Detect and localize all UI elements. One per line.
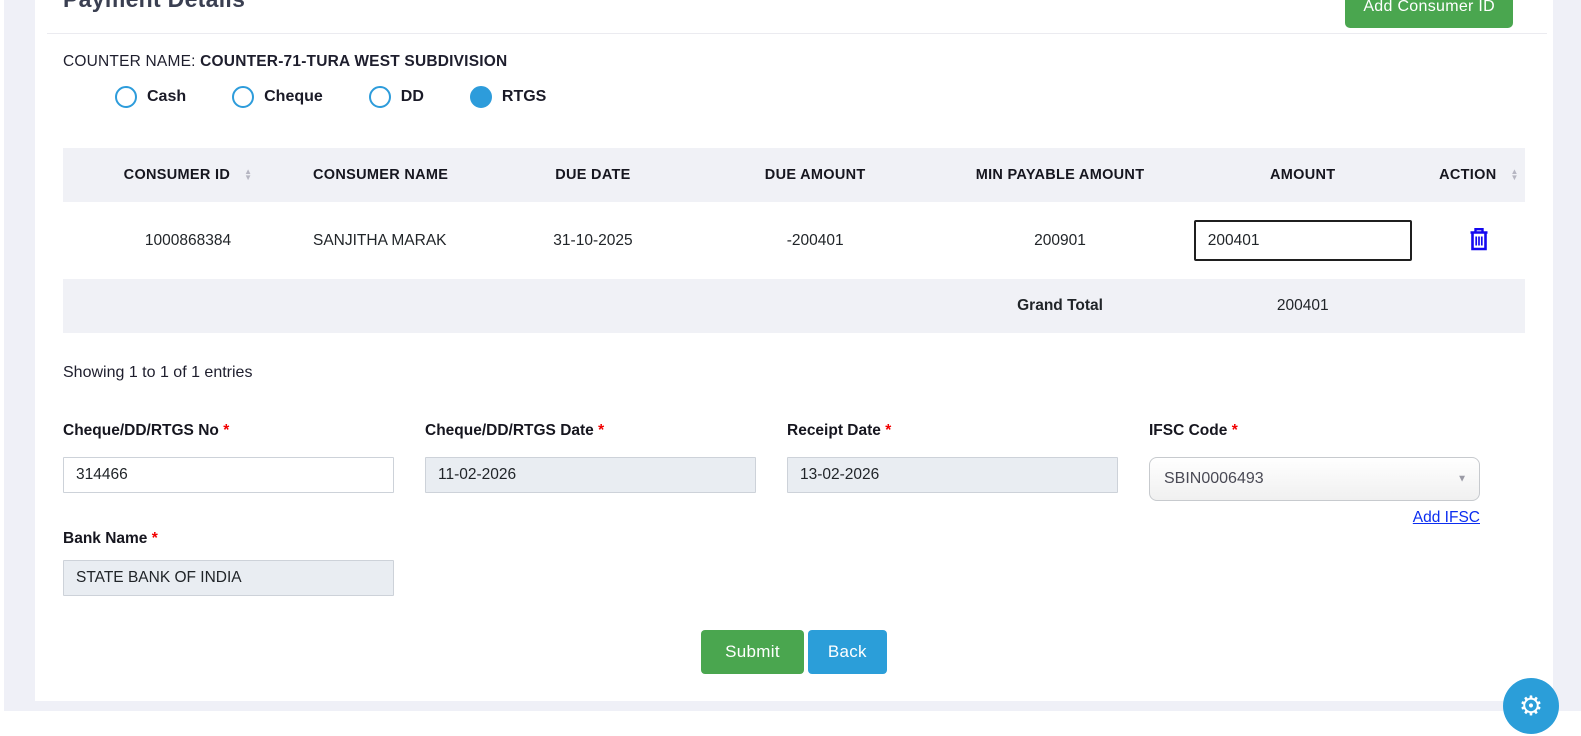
- payment-mode-radio-dd[interactable]: DD: [369, 86, 424, 108]
- radio-circle-icon: [232, 86, 254, 108]
- counter-name-value: COUNTER-71-TURA WEST SUBDIVISION: [200, 53, 507, 70]
- cell-due-amount: -200401: [683, 202, 948, 279]
- counter-name-label: COUNTER NAME:: [63, 53, 196, 70]
- bank-name-input[interactable]: [63, 560, 394, 596]
- required-asterisk: *: [885, 422, 891, 439]
- cheque-no-input[interactable]: [63, 457, 394, 493]
- cheque-no-field-group: Cheque/DD/RTGS No *: [63, 421, 394, 527]
- cell-due-date: 31-10-2025: [503, 202, 683, 279]
- required-asterisk: *: [1232, 422, 1238, 439]
- column-header-label: CONSUMER ID: [124, 167, 230, 183]
- radio-circle-selected-icon: [470, 86, 492, 108]
- header-divider: [47, 33, 1547, 34]
- payment-mode-radio-cheque[interactable]: Cheque: [232, 86, 323, 108]
- column-header-amount[interactable]: AMOUNT: [1173, 148, 1433, 202]
- cell-amount: [1173, 202, 1433, 279]
- radio-circle-icon: [369, 86, 391, 108]
- column-header-label: ACTION: [1439, 167, 1496, 183]
- ifsc-code-select[interactable]: SBIN0006493 ▼: [1149, 457, 1480, 501]
- grand-total-label: Grand Total: [947, 279, 1172, 333]
- column-header-consumer-id[interactable]: CONSUMER ID ▲▼: [63, 148, 313, 202]
- required-asterisk: *: [598, 422, 604, 439]
- receipt-date-label: Receipt Date *: [787, 421, 1118, 441]
- cheque-date-label: Cheque/DD/RTGS Date *: [425, 421, 756, 441]
- cheque-date-field-group: Cheque/DD/RTGS Date *: [425, 421, 756, 527]
- receipt-date-input[interactable]: [787, 457, 1118, 493]
- payment-details-page: Payment Details Add Consumer ID COUNTER …: [0, 0, 1581, 736]
- gear-icon: ⚙: [1519, 693, 1543, 720]
- counter-name-line: COUNTER NAME: COUNTER-71-TURA WEST SUBDI…: [63, 53, 507, 71]
- column-header-min-payable-amount[interactable]: MIN PAYABLE AMOUNT: [947, 148, 1172, 202]
- add-consumer-id-button[interactable]: Add Consumer ID: [1345, 0, 1513, 28]
- column-header-due-date[interactable]: DUE DATE: [503, 148, 683, 202]
- amount-input[interactable]: [1194, 220, 1412, 261]
- consumer-payment-table: CONSUMER ID ▲▼ CONSUMER NAME DUE DATE DU…: [63, 148, 1525, 333]
- delete-row-button[interactable]: [1466, 225, 1492, 256]
- cheque-date-input[interactable]: [425, 457, 756, 493]
- radio-circle-icon: [115, 86, 137, 108]
- add-ifsc-link[interactable]: Add IFSC: [1149, 509, 1480, 527]
- payment-mode-radio-rtgs[interactable]: RTGS: [470, 86, 546, 108]
- ifsc-code-label: IFSC Code *: [1149, 421, 1480, 441]
- payment-mode-radio-group: Cash Cheque DD RTGS: [115, 86, 546, 108]
- bank-name-field-group: Bank Name *: [63, 529, 394, 596]
- form-action-buttons: Submit Back: [35, 630, 1553, 674]
- trash-icon: [1468, 227, 1490, 251]
- cell-min-payable-amount: 200901: [947, 202, 1172, 279]
- column-header-action[interactable]: ACTION ▲▼: [1433, 148, 1525, 202]
- ifsc-code-selected-value: SBIN0006493: [1164, 470, 1264, 488]
- payment-form: Cheque/DD/RTGS No * Cheque/DD/RTGS Date …: [63, 421, 1480, 596]
- table-row: 1000868384 SANJITHA MARAK 31-10-2025 -20…: [63, 202, 1525, 279]
- showing-entries-text: Showing 1 to 1 of 1 entries: [63, 364, 252, 382]
- payment-mode-label: RTGS: [502, 88, 546, 106]
- chevron-down-icon: ▼: [1457, 474, 1467, 485]
- sort-icon: ▲▼: [244, 169, 252, 181]
- submit-button[interactable]: Submit: [701, 630, 804, 674]
- column-header-due-amount[interactable]: DUE AMOUNT: [683, 148, 948, 202]
- payment-mode-label: Cheque: [264, 88, 323, 106]
- cheque-no-label: Cheque/DD/RTGS No *: [63, 421, 394, 441]
- payment-mode-radio-cash[interactable]: Cash: [115, 86, 186, 108]
- cell-consumer-name: SANJITHA MARAK: [313, 202, 503, 279]
- cell-action: [1433, 202, 1525, 279]
- settings-fab-button[interactable]: ⚙: [1503, 678, 1559, 734]
- bank-name-label: Bank Name *: [63, 529, 394, 549]
- receipt-date-field-group: Receipt Date *: [787, 421, 1118, 527]
- payment-mode-label: DD: [401, 88, 424, 106]
- required-asterisk: *: [152, 530, 158, 547]
- page-title: Payment Details: [63, 0, 245, 13]
- cell-consumer-id: 1000868384: [63, 202, 313, 279]
- payment-details-card: Payment Details Add Consumer ID COUNTER …: [35, 0, 1553, 701]
- grand-total-row: Grand Total 200401: [63, 279, 1525, 333]
- table-header-row: CONSUMER ID ▲▼ CONSUMER NAME DUE DATE DU…: [63, 148, 1525, 202]
- back-button[interactable]: Back: [808, 630, 887, 674]
- sort-icon: ▲▼: [1511, 169, 1519, 181]
- ifsc-code-field-group: IFSC Code * SBIN0006493 ▼ Add IFSC: [1149, 421, 1480, 527]
- column-header-consumer-name[interactable]: CONSUMER NAME: [313, 148, 503, 202]
- payment-mode-label: Cash: [147, 88, 186, 106]
- grand-total-value: 200401: [1173, 279, 1433, 333]
- required-asterisk: *: [223, 422, 229, 439]
